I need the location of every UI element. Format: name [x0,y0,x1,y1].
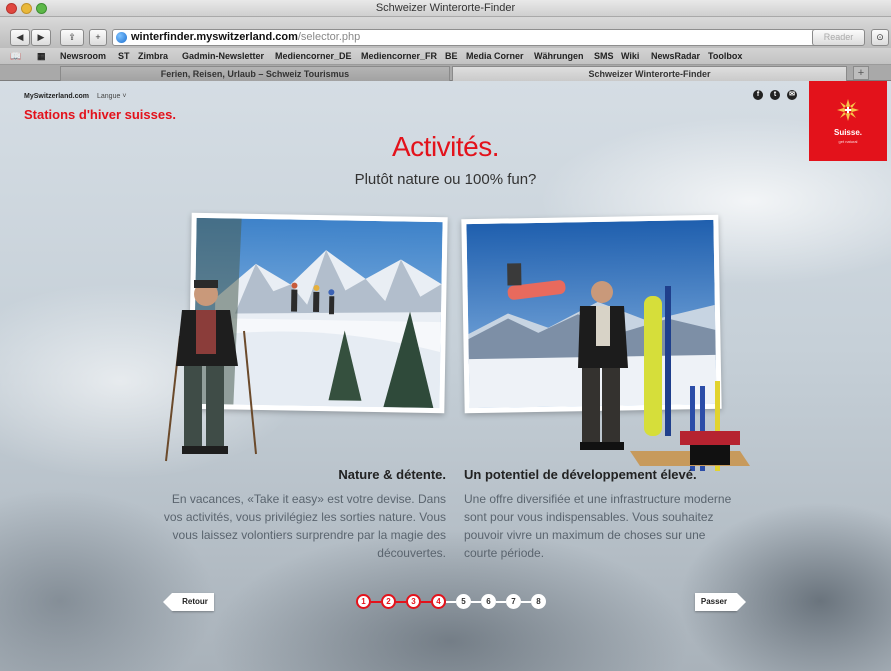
twitter-icon[interactable]: t [770,90,780,100]
address-bar[interactable]: winterfinder.myswitzerland.com/selector.… [112,29,837,46]
globe-icon [116,32,127,43]
window-title: Schweizer Winterorte-Finder [375,2,516,14]
share-icon: ⇪ [68,32,76,42]
step-3[interactable]: 3 [406,594,421,609]
step-8[interactable]: 8 [531,594,546,609]
step-connector [396,601,406,603]
web-page: MySwitzerland.com Langue ˅ Stations d'hi… [0,81,891,671]
skip-button[interactable]: Passer [695,593,746,611]
step-2[interactable]: 2 [381,594,396,609]
option-nature-text: En vacances, «Take it easy» est votre de… [163,492,446,560]
arrow-left-icon: ◀ [16,32,24,42]
bookmark-sms[interactable]: SMS [594,51,614,61]
step-5[interactable]: 5 [456,594,471,609]
step-connector [496,601,506,603]
option-fun-text: Une offre diversifiée et une infrastruct… [464,492,732,560]
step-7[interactable]: 7 [506,594,521,609]
top-sites-icon[interactable]: ▦ [37,51,46,62]
url-path: /selector.php [297,31,361,43]
add-bookmark-button[interactable]: + [89,29,107,46]
download-icon: ⊙ [876,32,884,42]
tab-bar: Ferien, Reisen, Urlaub – Schweiz Tourism… [0,65,891,81]
back-button[interactable]: Retour [163,593,214,611]
arrow-right-icon: ▶ [37,32,45,42]
chevron-down-icon: ˅ [122,93,127,100]
window-titlebar: Schweizer Winterorte-Finder [0,0,891,17]
bookmark-be[interactable]: BE [445,51,458,61]
bookmark-mediencorner-de[interactable]: Mediencorner_DE [275,51,352,61]
page-title: Activités. [391,131,500,162]
zoom-window-button[interactable] [36,3,47,14]
url-domain: winterfinder.myswitzerland.com [131,31,298,43]
back-button[interactable]: ◀ [10,29,30,46]
new-tab-button[interactable]: + [853,66,869,80]
language-selector[interactable]: Langue ˅ [97,93,126,100]
tab-winterorte-finder[interactable]: Schweizer Winterorte-Finder [452,66,847,81]
bookmark-newsroom[interactable]: Newsroom [60,51,106,61]
step-connector [446,601,456,603]
plus-icon: + [95,32,101,42]
bookmark-wiki[interactable]: Wiki [621,51,639,61]
minimize-window-button[interactable] [21,3,32,14]
forward-button[interactable]: ▶ [31,29,51,46]
downloads-button[interactable]: ⊙ [871,29,889,46]
bookmark-media-corner[interactable]: Media Corner [466,51,524,61]
option-nature-title[interactable]: Nature & détente. [338,467,446,482]
page-subtitle: Plutôt nature ou 100% fun? [354,171,537,188]
step-connector [521,601,531,603]
bookmark-newsradar[interactable]: NewsRadar [651,51,700,61]
site-title[interactable]: Stations d'hiver suisses. [24,107,176,122]
bookmark-gadmin-newsletter[interactable]: Gadmin-Newsletter [182,51,264,61]
step-1[interactable]: 1 [356,594,371,609]
facebook-icon[interactable]: f [753,90,763,100]
bookmarks-bar: 📖 ▦ Newsroom ST Zimbra Gadmin-Newsletter… [0,48,891,65]
close-window-button[interactable] [6,3,17,14]
bookmark-zimbra[interactable]: Zimbra [138,51,168,61]
plus-icon: + [857,67,865,79]
step-connector [421,601,431,603]
bookmark-waehrungen[interactable]: Währungen [534,51,584,61]
bookmark-mediencorner-fr[interactable]: Mediencorner_FR [361,51,437,61]
bookmark-toolbox[interactable]: Toolbox [708,51,742,61]
email-icon[interactable]: ✉ [787,90,797,100]
tab-schweiz-tourismus[interactable]: Ferien, Reisen, Urlaub – Schweiz Tourism… [60,66,450,81]
sled-and-skis [630,381,750,471]
step-6[interactable]: 6 [481,594,496,609]
bookmark-st[interactable]: ST [118,51,130,61]
browser-toolbar: ◀ ▶ ⇪ + winterfinder.myswitzerland.com/s… [0,17,891,48]
hiker-figure [165,280,257,462]
step-connector [471,601,481,603]
share-button[interactable]: ⇪ [60,29,84,46]
step-4[interactable]: 4 [431,594,446,609]
step-connector [371,601,381,603]
reader-button[interactable]: Reader [812,29,865,46]
option-fun-title[interactable]: Un potentiel de développement élevé. [464,467,697,482]
language-label: Langue [97,93,121,100]
myswitzerland-logo[interactable]: MySwitzerland.com [24,93,89,100]
reading-list-icon[interactable]: 📖 [10,51,21,62]
swiss-flower-icon [837,99,859,121]
